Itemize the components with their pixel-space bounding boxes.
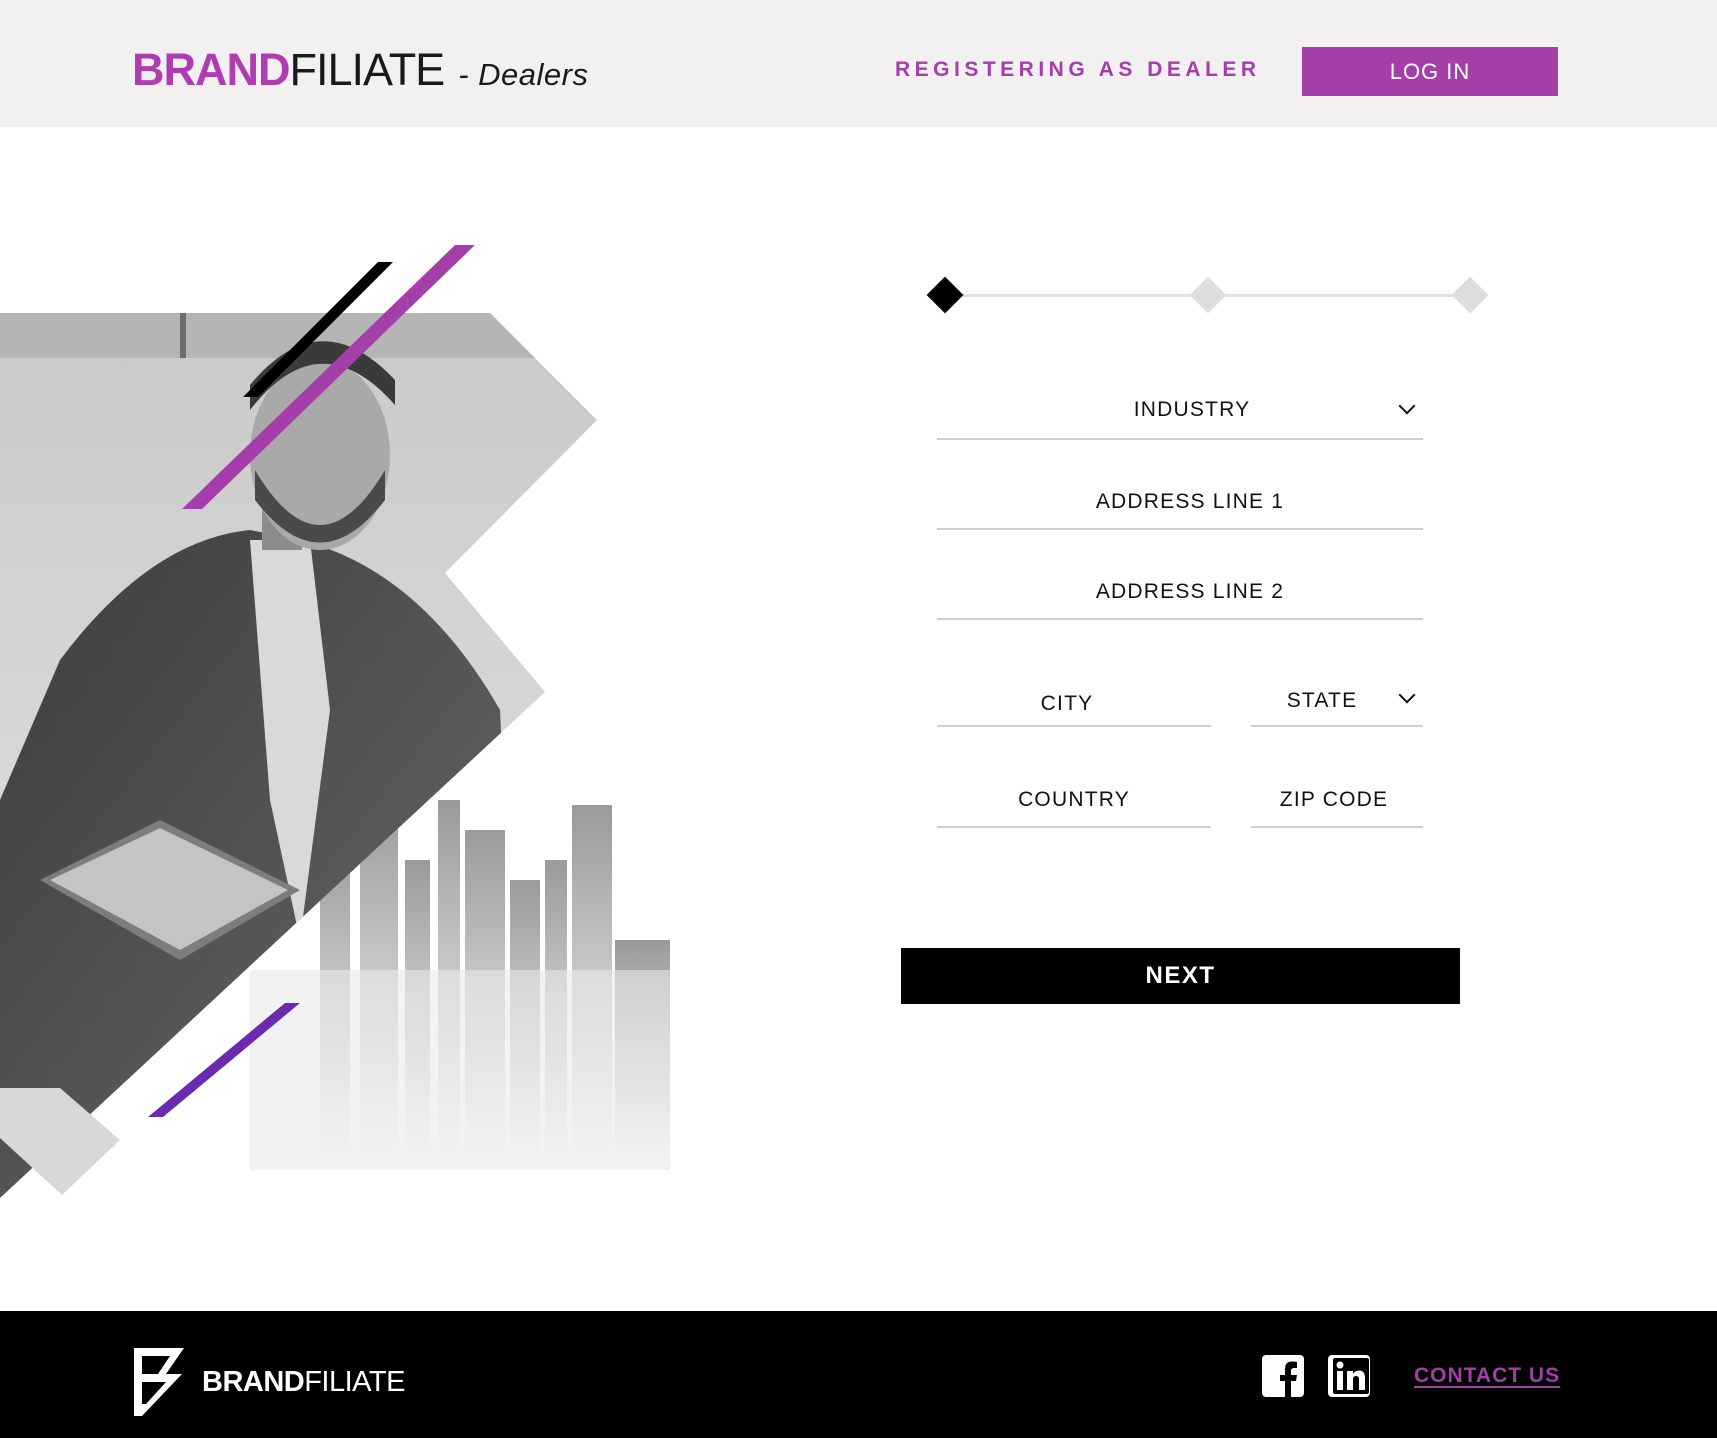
state-select[interactable]: STATE — [1251, 672, 1423, 727]
login-button[interactable]: LOG IN — [1302, 47, 1558, 96]
step-3-indicator — [1451, 276, 1489, 314]
country-label: COUNTRY — [1018, 787, 1130, 811]
contact-us-link[interactable]: CONTACT US — [1414, 1364, 1560, 1388]
header: BRAND FILIATE - Dealers REGISTERING AS D… — [0, 0, 1717, 127]
address-line-1-label: ADDRESS LINE 1 — [1095, 489, 1285, 513]
industry-label: INDUSTRY — [1133, 398, 1251, 421]
logo-subtitle: - Dealers — [458, 57, 589, 92]
address-line-2-field[interactable]: ADDRESS LINE 2 — [937, 565, 1423, 620]
logo-brand-text: BRAND — [132, 44, 290, 95]
chevron-down-icon — [1398, 686, 1416, 703]
hero-illustration — [0, 245, 670, 1198]
address-line-1-field[interactable]: ADDRESS LINE 1 — [937, 475, 1423, 530]
linkedin-icon[interactable] — [1328, 1355, 1370, 1397]
next-button[interactable]: NEXT — [901, 948, 1460, 1004]
footer-logo-brand-text: BRAND — [202, 1365, 305, 1398]
zip-code-label: ZIP CODE — [1279, 787, 1389, 811]
state-label: STATE — [1286, 688, 1358, 712]
step-1-indicator-active — [926, 276, 964, 314]
step-2-indicator — [1189, 276, 1227, 314]
footer-brand-logo[interactable]: BRAND FILIATE — [132, 1346, 405, 1418]
brand-logo[interactable]: BRAND FILIATE - Dealers — [132, 44, 588, 104]
city-label: CITY — [1040, 691, 1094, 715]
footer-logo-filiate-text: FILIATE — [304, 1365, 405, 1398]
progress-stepper — [925, 275, 1490, 315]
footer: BRAND FILIATE CONTACT US — [0, 1311, 1717, 1438]
zip-code-field[interactable]: ZIP CODE — [1251, 773, 1423, 828]
facebook-icon[interactable] — [1262, 1355, 1304, 1397]
chevron-down-icon — [1398, 397, 1416, 415]
industry-select[interactable]: INDUSTRY — [937, 382, 1423, 440]
logo-filiate-text: FILIATE — [289, 44, 446, 95]
country-field[interactable]: COUNTRY — [937, 773, 1211, 828]
address-line-2-label: ADDRESS LINE 2 — [1095, 579, 1285, 603]
registering-as-dealer-label: REGISTERING AS DEALER — [895, 58, 1261, 81]
brand-mark-icon — [134, 1348, 184, 1416]
city-field[interactable]: CITY — [937, 672, 1211, 727]
